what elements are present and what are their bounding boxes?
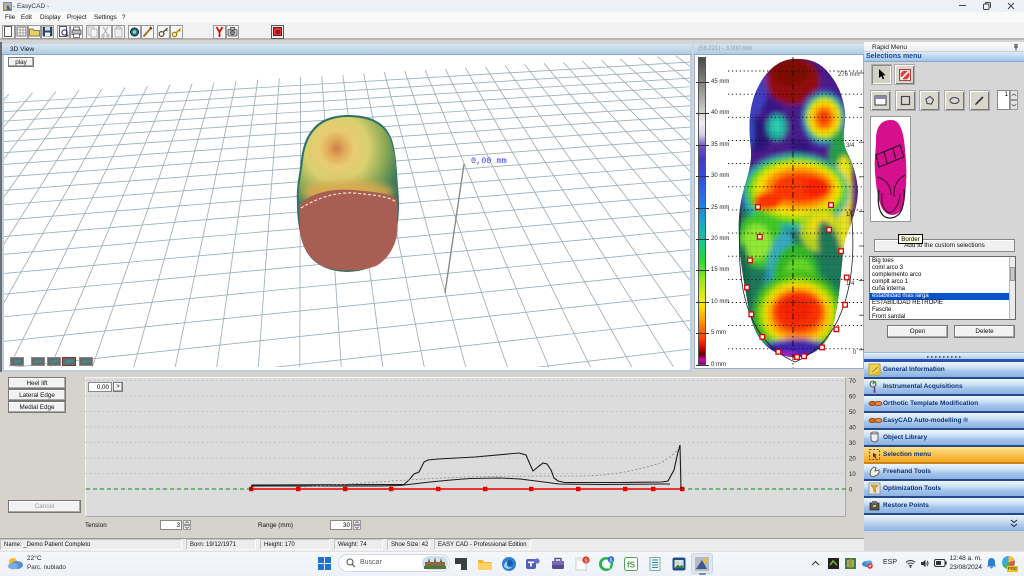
svg-text:3/4: 3/4 — [846, 143, 855, 149]
svg-text:1/4: 1/4 — [846, 281, 855, 287]
svg-text:9: 9 — [584, 558, 587, 564]
svg-text:60: 60 — [849, 395, 856, 401]
svg-text:fS: fS — [627, 561, 636, 570]
svg-text:0,00 mm: 0,00 mm — [471, 156, 507, 166]
svg-text:30: 30 — [849, 441, 856, 447]
svg-text:10: 10 — [849, 472, 856, 478]
svg-text:20: 20 — [849, 457, 856, 463]
svg-text:0: 0 — [853, 350, 857, 356]
svg-text:40: 40 — [849, 426, 856, 432]
svg-text:6: 6 — [609, 558, 612, 564]
svg-text:1/2: 1/2 — [846, 212, 855, 218]
svg-text:276 mm: 276 mm — [838, 72, 860, 78]
svg-text:50: 50 — [849, 410, 856, 416]
svg-text:70: 70 — [849, 379, 856, 385]
svg-text:0: 0 — [849, 488, 853, 494]
